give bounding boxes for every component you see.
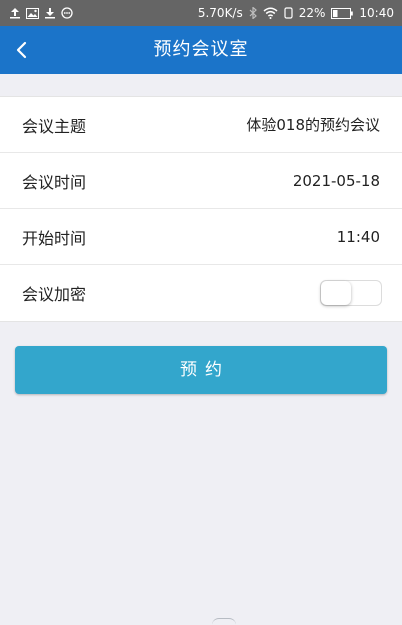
battery-icon xyxy=(331,6,354,20)
toggle-knob xyxy=(321,281,351,305)
form-row-start-time[interactable]: 开始时间 11:40 xyxy=(0,209,402,265)
date-value: 2021-05-18 xyxy=(292,171,380,190)
upload-icon xyxy=(10,6,20,20)
form-row-topic[interactable]: 会议主题 体验018的预约会议 xyxy=(0,97,402,153)
encryption-toggle[interactable] xyxy=(320,280,382,306)
form-row-encryption: 会议加密 xyxy=(0,265,402,321)
start-time-value: 11:40 xyxy=(336,227,380,246)
download-icon xyxy=(45,6,55,20)
bluetooth-icon xyxy=(249,6,257,20)
start-time-label: 开始时间 xyxy=(22,228,87,248)
topic-value: 体验018的预约会议 xyxy=(246,116,380,134)
date-label: 会议时间 xyxy=(22,172,87,192)
clock: 10:40 xyxy=(359,6,394,20)
app-header: 预约会议室 xyxy=(0,26,402,74)
chevron-left-icon xyxy=(15,40,29,60)
chat-icon xyxy=(61,6,73,20)
battery-percent: 22% xyxy=(298,6,326,20)
page-title: 预约会议室 xyxy=(153,39,249,60)
status-right-group: 5.70K/s 22% 10:40 xyxy=(198,6,394,20)
network-speed: 5.70K/s xyxy=(197,6,243,20)
topic-label: 会议主题 xyxy=(22,116,87,136)
reserve-button[interactable]: 预约 xyxy=(15,346,387,394)
meeting-form: 会议主题 体验018的预约会议 会议时间 2021-05-18 开始时间 11:… xyxy=(0,96,402,322)
form-row-date[interactable]: 会议时间 2021-05-18 xyxy=(0,153,402,209)
image-icon xyxy=(26,6,39,20)
wifi-icon xyxy=(263,6,278,20)
encryption-label: 会议加密 xyxy=(22,285,87,304)
status-bar: 5.70K/s 22% 10:40 xyxy=(0,0,402,26)
status-left-group xyxy=(10,6,73,20)
vibrate-icon xyxy=(284,6,293,20)
back-button[interactable] xyxy=(4,30,40,70)
